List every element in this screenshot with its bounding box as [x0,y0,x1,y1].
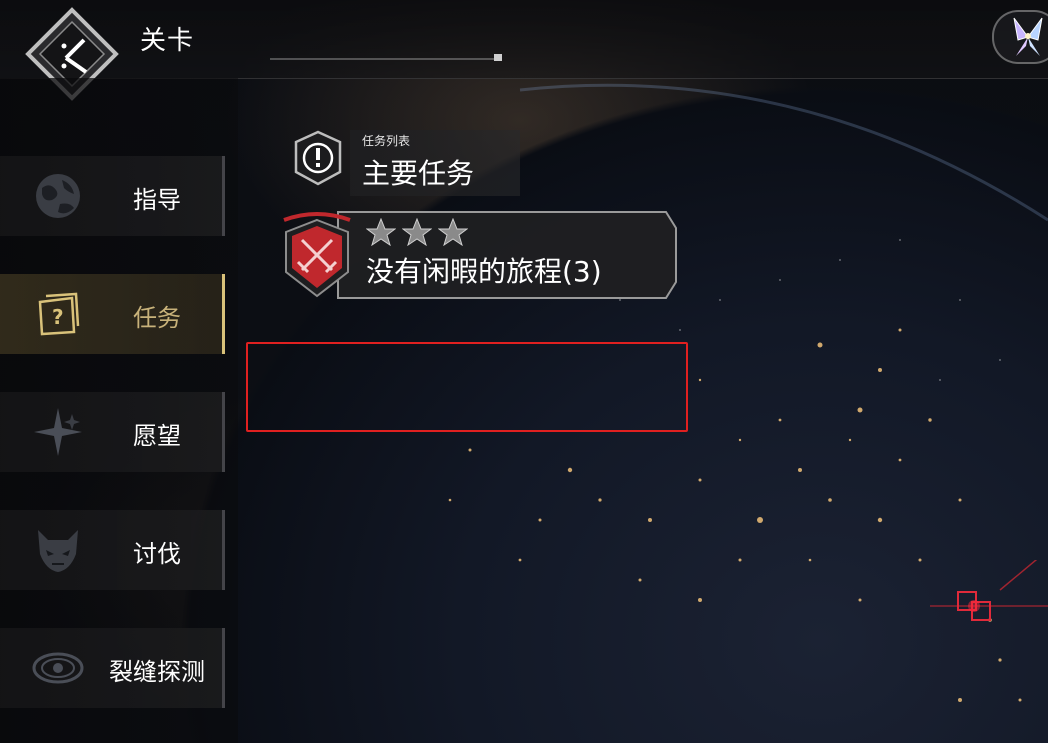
alert-shield-icon [294,130,342,186]
empty-mission-slot[interactable] [246,342,688,432]
globe-icon [36,174,80,218]
sidebar: 指导 ? 任务 愿望 讨伐 裂缝探测 [0,78,238,743]
mission-stars [366,218,468,246]
title-underline [270,58,500,60]
eye-scan-icon [32,652,84,684]
mission-list-header: 任务列表 主要任务 [350,130,520,196]
target-marker-icon[interactable] [930,560,1048,650]
page-title: 关卡 [140,26,195,56]
sparkle-star-icon [34,408,82,456]
sidebar-item-wish[interactable]: 愿望 [0,392,225,472]
mission-list-label: 任务列表 [362,134,411,148]
sidebar-item-label: 讨伐 [133,540,181,568]
star-empty-icon [366,218,396,246]
title-underline-marker [494,54,502,61]
crossed-swords-icon [283,212,351,298]
star-empty-icon [438,218,468,246]
sidebar-item-label: 愿望 [133,422,181,450]
mission-name: 没有闲暇的旅程(3) [366,255,602,288]
fairy-avatar-icon [1013,17,1043,56]
demon-mask-icon [38,530,78,572]
sidebar-item-quest[interactable]: ? 任务 [0,274,225,354]
quest-card-icon: ? [38,292,80,336]
top-bar: 关卡 [0,0,1048,101]
mission-card[interactable]: 没有闲暇的旅程(3) [278,210,678,300]
sidebar-item-rift-detection[interactable]: 裂缝探测 [0,628,225,708]
sidebar-item-guide[interactable]: 指导 [0,156,225,236]
sidebar-item-label: 任务 [133,304,181,332]
avatar-button[interactable] [992,10,1048,64]
sidebar-item-label: 裂缝探测 [109,658,205,686]
star-empty-icon [402,218,432,246]
mission-list-title: 主要任务 [362,157,475,190]
sidebar-item-label: 指导 [133,186,181,214]
sidebar-item-subjugate[interactable]: 讨伐 [0,510,225,590]
svg-text:?: ? [52,305,64,329]
game-screen: 关卡 指导 ? 任务 愿望 讨伐 裂缝探测 任务列表 主要任务 没有闲暇的旅程(… [0,0,1048,743]
